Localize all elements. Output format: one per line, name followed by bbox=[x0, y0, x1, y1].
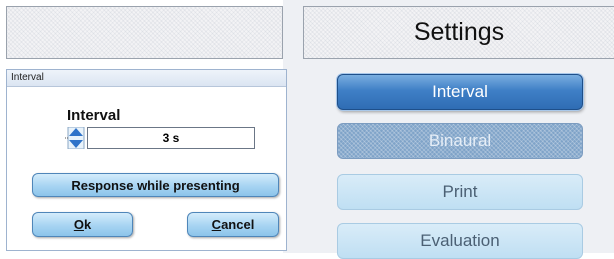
up-down-spinner-icon[interactable] bbox=[65, 127, 85, 149]
side-menu-item-label: Evaluation bbox=[420, 231, 500, 250]
interval-field-label: Interval bbox=[67, 107, 121, 124]
side-menu-item-label: Print bbox=[442, 182, 478, 201]
side-menu-item-interval[interactable]: Interval bbox=[337, 74, 583, 110]
cancel-rest: ancel bbox=[221, 217, 255, 232]
cancel-button-label: Cancel bbox=[212, 217, 255, 232]
interval-value: 3 s bbox=[162, 131, 180, 145]
top-left-header-panel bbox=[6, 6, 283, 59]
settings-title: Settings bbox=[413, 18, 505, 46]
ok-button-label: Ok bbox=[74, 217, 91, 232]
side-menu-item-print[interactable]: Print bbox=[337, 174, 583, 210]
interval-dialog: Interval Interval 3 s Response while pre… bbox=[6, 69, 287, 251]
side-menu-item-label: Interval bbox=[432, 82, 488, 101]
dialog-title-bar: Interval bbox=[7, 70, 286, 87]
interval-value-field[interactable]: 3 s bbox=[87, 127, 255, 149]
side-menu-item-label: Binaural bbox=[428, 131, 492, 150]
ok-mnemonic: O bbox=[73, 217, 84, 232]
side-menu-item-evaluation[interactable]: Evaluation bbox=[337, 223, 583, 259]
side-menu-item-binaural: Binaural bbox=[337, 123, 583, 159]
response-while-presenting-button[interactable]: Response while presenting bbox=[32, 173, 279, 197]
ok-rest: k bbox=[83, 217, 92, 232]
cancel-mnemonic: C bbox=[211, 217, 222, 232]
settings-header: Settings bbox=[303, 6, 614, 59]
cancel-button[interactable]: Cancel bbox=[187, 212, 279, 237]
ok-button[interactable]: Ok bbox=[32, 212, 133, 237]
